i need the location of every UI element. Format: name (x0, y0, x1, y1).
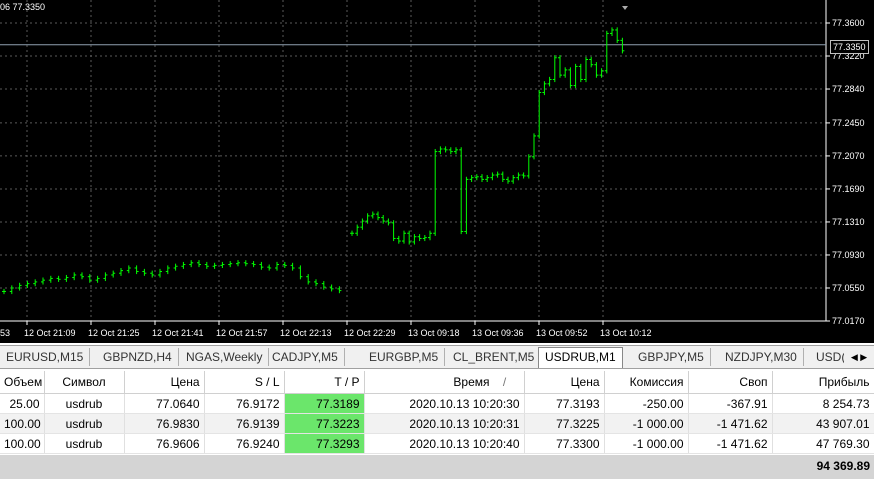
time-label: 12 Oct 21:09 (24, 328, 76, 338)
cell-price: 76.9830 (124, 413, 205, 434)
cell-commission: -1 000.00 (604, 413, 689, 434)
total-bar: 94 369.89 (0, 455, 874, 479)
cell-volume: 100.00 (0, 413, 45, 434)
sort-indicator-icon: / (502, 375, 507, 389)
col-header-time-label: Время (453, 375, 490, 389)
price-label: 77.0170 (832, 316, 865, 326)
time-label: 53 (0, 328, 10, 338)
table-row[interactable]: 25.00 usdrub 77.0640 76.9172 77.3189 202… (0, 393, 874, 414)
cell-volume: 25.00 (0, 393, 45, 414)
tab-cadjpy-m5[interactable]: CADJPY,M5 (266, 348, 345, 366)
time-label: 13 Oct 10:12 (600, 328, 652, 338)
total-profit: 94 369.89 (816, 459, 870, 473)
time-label: 13 Oct 09:52 (536, 328, 588, 338)
cell-current-price: 77.3193 (524, 393, 605, 414)
time-label: 12 Oct 21:57 (216, 328, 268, 338)
time-label: 12 Oct 22:29 (344, 328, 396, 338)
col-header-volume[interactable]: Объем (0, 371, 45, 394)
current-price-tag: 77.3350 (830, 40, 869, 54)
price-label: 77.0550 (832, 283, 865, 293)
tab-scroll-arrows[interactable]: ◀ ▶ (844, 346, 874, 368)
chart-tabs-bar: EURUSD,M15 GBPNZD,H4 NGAS,Weekly CADJPY,M5 E… (0, 345, 874, 369)
high-marker-icon (622, 6, 628, 10)
tab-nzdjpy-m30[interactable]: NZDJPY,M30 (719, 348, 804, 366)
time-label: 12 Oct 21:25 (88, 328, 140, 338)
cell-commission: -1 000.00 (604, 433, 689, 454)
cell-price: 77.0640 (124, 393, 205, 414)
col-header-swap[interactable]: Своп (688, 371, 773, 394)
cell-profit: 43 907.01 (772, 413, 874, 434)
chart-canvas[interactable]: 77.360077.322077.284077.245077.207077.16… (0, 0, 874, 343)
tab-ngas-weekly[interactable]: NGAS,Weekly (180, 348, 270, 366)
price-label: 77.2450 (832, 118, 865, 128)
cell-time: 2020.10.13 10:20:30 (364, 393, 525, 414)
cell-current-price: 77.3225 (524, 413, 605, 434)
price-label: 77.2070 (832, 151, 865, 161)
cell-sl: 76.9139 (204, 413, 285, 434)
cell-tp: 77.3293 (284, 433, 365, 454)
col-header-time[interactable]: Время / (364, 371, 525, 394)
cell-symbol: usdrub (44, 393, 125, 414)
tab-usdrub-m1[interactable]: USDRUB,M1 (538, 347, 623, 368)
tab-gbpnzd-h4[interactable]: GBPNZD,H4 (97, 348, 179, 366)
cell-time: 2020.10.13 10:20:40 (364, 433, 525, 454)
cell-price: 76.9606 (124, 433, 205, 454)
cell-swap: -1 471.62 (688, 413, 773, 434)
tab-gbpjpy-m5[interactable]: GBPJPY,M5 (632, 348, 711, 366)
col-header-sl[interactable]: S / L (204, 371, 285, 394)
tab-eurusd-m15[interactable]: EURUSD,M15 (0, 348, 91, 366)
time-label: 12 Oct 21:41 (152, 328, 204, 338)
col-header-price[interactable]: Цена (124, 371, 205, 394)
col-header-profit[interactable]: Прибыль (772, 371, 874, 394)
price-label: 77.3600 (832, 18, 865, 28)
trades-table: Объем Символ Цена S / L T / P Время / Цен… (0, 371, 874, 454)
cell-time: 2020.10.13 10:20:31 (364, 413, 525, 434)
cell-volume: 100.00 (0, 433, 45, 454)
col-header-symbol[interactable]: Символ (44, 371, 125, 394)
cell-sl: 76.9240 (204, 433, 285, 454)
chart-top-info: 06 77.3350 (0, 2, 46, 12)
cell-tp: 77.3223 (284, 413, 365, 434)
cell-swap: -1 471.62 (688, 433, 773, 454)
price-label: 77.2840 (832, 84, 865, 94)
table-row[interactable]: 100.00 usdrub 76.9830 76.9139 77.3223 20… (0, 413, 874, 434)
cell-sl: 76.9172 (204, 393, 285, 414)
cell-symbol: usdrub (44, 413, 125, 434)
cell-profit: 47 769.30 (772, 433, 874, 454)
price-chart[interactable]: 77.3600 77.3220 77.2840 77.2450 77.2070 77.16… (0, 0, 874, 343)
price-label: 77.1310 (832, 217, 865, 227)
price-label: 77.1690 (832, 184, 865, 194)
col-header-current-price[interactable]: Цена (524, 371, 605, 394)
tab-eurgbp-m5[interactable]: EURGBP,M5 (363, 348, 446, 366)
cell-commission: -250.00 (604, 393, 689, 414)
cell-swap: -367.91 (688, 393, 773, 414)
time-label: 12 Oct 22:13 (280, 328, 332, 338)
cell-current-price: 77.3300 (524, 433, 605, 454)
col-header-commission[interactable]: Комиссия (604, 371, 689, 394)
tab-next-icon[interactable]: ▶ (860, 352, 867, 362)
table-header-row: Объем Символ Цена S / L T / P Время / Цен… (0, 371, 874, 394)
cell-profit: 8 254.73 (772, 393, 874, 414)
price-label: 77.0930 (832, 250, 865, 260)
tab-prev-icon[interactable]: ◀ (851, 352, 858, 362)
time-label: 13 Oct 09:18 (408, 328, 460, 338)
cell-symbol: usdrub (44, 433, 125, 454)
table-row[interactable]: 100.00 usdrub 76.9606 76.9240 77.3293 20… (0, 433, 874, 454)
cell-tp: 77.3189 (284, 393, 365, 414)
tab-cl-brent-m5[interactable]: CL_BRENT,M5 (447, 348, 542, 366)
col-header-tp[interactable]: T / P (284, 371, 365, 394)
time-label: 13 Oct 09:36 (472, 328, 524, 338)
